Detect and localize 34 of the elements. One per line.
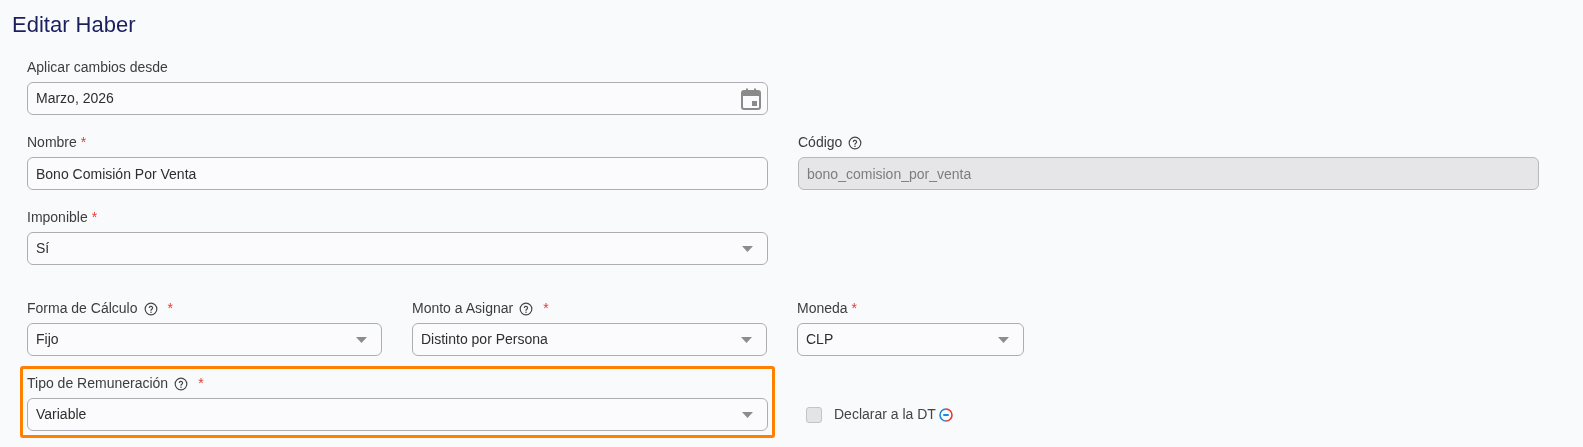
field-label: Imponible (27, 208, 88, 227)
help-icon (174, 376, 189, 391)
calendar-icon (741, 87, 761, 110)
select-field[interactable]: Sí (27, 232, 768, 265)
field-label: Tipo de Remuneración (27, 374, 169, 393)
text-field[interactable]: Bono Comisión Por Venta (27, 157, 768, 190)
select-field[interactable]: CLP (797, 323, 1024, 356)
field-label: Nombre (27, 133, 77, 152)
help-icon (143, 301, 158, 316)
dropdown-arrow-icon (741, 336, 752, 343)
dropdown-arrow-icon (356, 336, 367, 343)
select-field[interactable]: Distinto por Persona (412, 323, 767, 356)
dropdown-arrow-icon (998, 336, 1009, 343)
date-field[interactable]: Marzo, 2026 (27, 82, 768, 115)
required-asterisk: * (167, 299, 173, 318)
checkbox-label: Declarar a la DT (834, 405, 936, 424)
required-asterisk: * (198, 374, 204, 393)
checkbox[interactable] (806, 406, 822, 423)
required-asterisk: * (851, 299, 858, 318)
required-asterisk: * (91, 208, 98, 227)
field-label: Código (798, 133, 843, 152)
field-label: Monto a Asignar (412, 299, 514, 318)
required-asterisk: * (80, 133, 87, 152)
page-title: Editar Haber (12, 11, 137, 39)
dropdown-arrow-icon (742, 245, 753, 252)
field-label: Aplicar cambios desde (27, 58, 168, 77)
help-icon (848, 135, 863, 150)
help-icon (519, 301, 534, 316)
select-field[interactable]: Fijo (27, 323, 382, 356)
dropdown-arrow-icon (742, 411, 753, 418)
field-label: Moneda (797, 299, 848, 318)
select-field[interactable]: Variable (27, 398, 768, 431)
field-label: Forma de Cálculo (27, 299, 138, 318)
required-asterisk: * (543, 299, 549, 318)
